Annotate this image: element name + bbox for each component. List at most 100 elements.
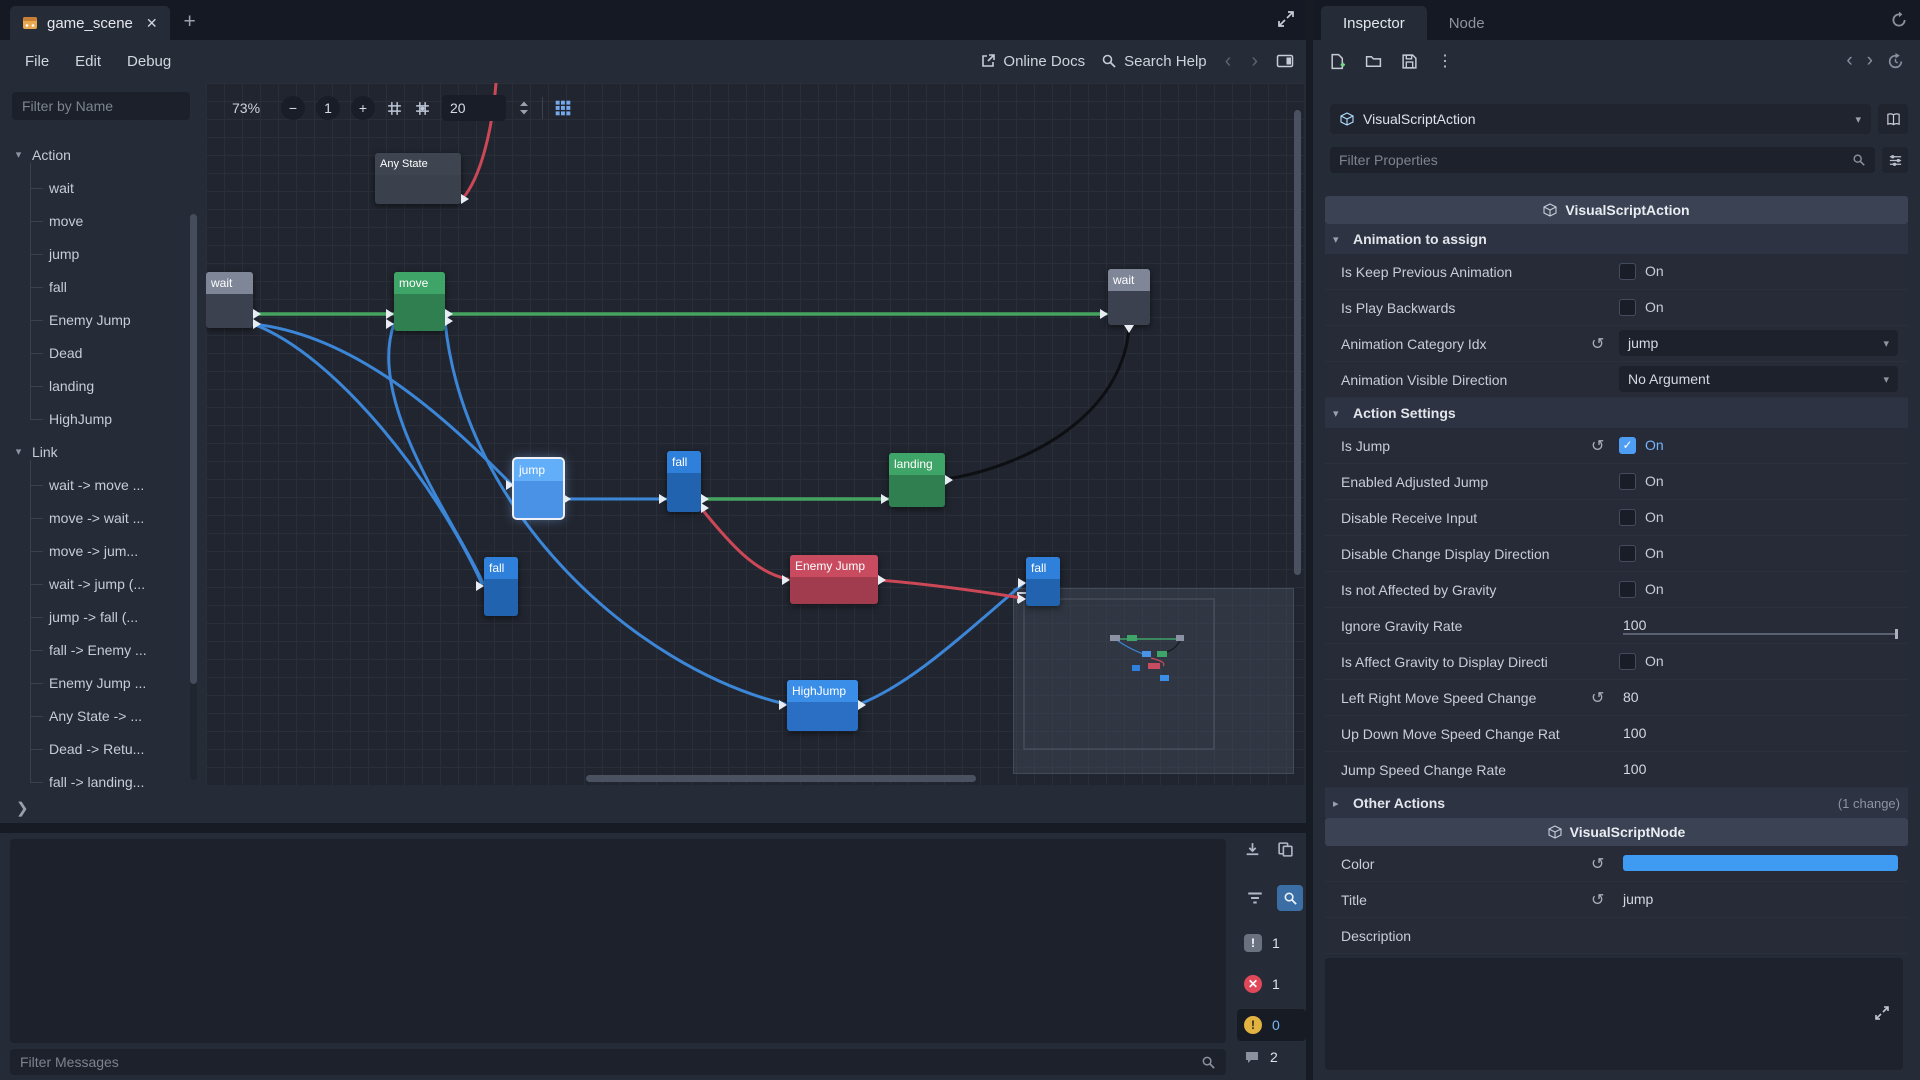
- tab-close-icon[interactable]: ✕: [146, 15, 158, 32]
- tree-item-enemy-jump[interactable]: Enemy Jump ...: [24, 666, 194, 699]
- new-resource-icon[interactable]: [1329, 53, 1346, 70]
- tree-item-enemy-jump[interactable]: Enemy Jump: [24, 303, 194, 336]
- node-port[interactable]: [701, 503, 709, 513]
- checkbox[interactable]: [1619, 509, 1636, 526]
- checkbox[interactable]: [1619, 545, 1636, 562]
- revert-icon[interactable]: ↺: [1591, 854, 1604, 874]
- scene-tab[interactable]: game_scene ✕: [10, 6, 170, 40]
- output-filter-info[interactable]: !1: [1237, 927, 1306, 959]
- dropdown-animation-visible-direction[interactable]: No Argument▾: [1619, 366, 1898, 392]
- tree-item-fall-landing[interactable]: fall -> landing...: [24, 765, 194, 793]
- checkbox[interactable]: [1619, 299, 1636, 316]
- filter-messages-input[interactable]: [20, 1054, 1201, 1070]
- expand-dock-icon[interactable]: ❯: [16, 799, 29, 817]
- node-port[interactable]: [1100, 309, 1108, 319]
- node-port[interactable]: [945, 475, 953, 485]
- graph-node-enemy-jump[interactable]: Enemy Jump: [790, 555, 878, 604]
- node-port[interactable]: [445, 316, 453, 326]
- node-port[interactable]: [253, 309, 261, 319]
- spinner-arrows-icon[interactable]: [517, 100, 531, 116]
- tree-item-move-jum[interactable]: move -> jum...: [24, 534, 194, 567]
- history-forward-icon[interactable]: ›: [1249, 50, 1260, 73]
- slider-handle[interactable]: [1895, 629, 1898, 639]
- text-value[interactable]: jump: [1619, 891, 1653, 907]
- object-selector-dropdown[interactable]: VisualScriptAction ▾: [1330, 104, 1871, 134]
- checkbox[interactable]: ✓: [1619, 437, 1636, 454]
- filter-options-button[interactable]: [1882, 147, 1908, 173]
- output-filter-error[interactable]: ✕1: [1237, 968, 1306, 1000]
- tree-item-wait[interactable]: wait: [24, 171, 194, 204]
- tree-item-jump-fall[interactable]: jump -> fall (...: [24, 600, 194, 633]
- output-filter-warning[interactable]: !0: [1237, 1009, 1306, 1041]
- tree-item-any-state[interactable]: Any State -> ...: [24, 699, 194, 732]
- new-tab-button[interactable]: +: [174, 6, 206, 38]
- node-port[interactable]: [563, 494, 571, 504]
- tree-item-landing[interactable]: landing: [24, 369, 194, 402]
- snap-toggle-icon[interactable]: [386, 100, 403, 117]
- node-port[interactable]: [1018, 578, 1026, 588]
- graph-node-wait[interactable]: wait: [206, 272, 253, 328]
- tree-item-jump[interactable]: jump: [24, 237, 194, 270]
- node-port[interactable]: [878, 575, 886, 585]
- tree-item-wait-jump[interactable]: wait -> jump (...: [24, 567, 194, 600]
- inspector-section-animation-to-assign[interactable]: ▾Animation to assign: [1325, 224, 1908, 254]
- prev-object-icon[interactable]: ‹: [1846, 50, 1852, 72]
- tree-item-fall-enemy[interactable]: fall -> Enemy ...: [24, 633, 194, 666]
- output-log-area[interactable]: [10, 839, 1226, 1043]
- tree-item-wait-move[interactable]: wait -> move ...: [24, 468, 194, 501]
- grid-toggle-icon[interactable]: [414, 100, 431, 117]
- graph-node-wait[interactable]: wait: [1108, 269, 1150, 325]
- description-editor[interactable]: [1325, 958, 1903, 1070]
- checkbox[interactable]: [1619, 263, 1636, 280]
- number-value[interactable]: 100: [1619, 761, 1646, 777]
- slider-track[interactable]: [1623, 633, 1898, 635]
- canvas-horizontal-scrollbar[interactable]: [586, 775, 976, 782]
- node-port[interactable]: [506, 480, 514, 490]
- tree-scrollbar[interactable]: [190, 214, 197, 780]
- object-history-icon[interactable]: [1887, 53, 1904, 70]
- open-docs-button[interactable]: [1878, 104, 1908, 134]
- node-port[interactable]: [782, 575, 790, 585]
- revert-icon[interactable]: ↺: [1591, 436, 1604, 456]
- tree-group-link[interactable]: ▾Link: [12, 435, 194, 468]
- slider-value[interactable]: 100: [1619, 617, 1646, 633]
- number-value[interactable]: 80: [1619, 689, 1639, 705]
- menu-edit[interactable]: Edit: [62, 46, 114, 76]
- filter-properties-input[interactable]: [1339, 152, 1852, 168]
- tree-item-dead-retu[interactable]: Dead -> Retu...: [24, 732, 194, 765]
- copy-output-icon[interactable]: [1277, 841, 1294, 858]
- node-port[interactable]: [1018, 594, 1026, 604]
- zoom-out-button[interactable]: −: [281, 96, 305, 120]
- graph-canvas[interactable]: Any StatewaitmovejumpfalllandingEnemy Ju…: [206, 83, 1304, 785]
- node-port[interactable]: [253, 319, 261, 329]
- graph-node-highjump[interactable]: HighJump: [787, 680, 858, 731]
- next-object-icon[interactable]: ›: [1867, 50, 1873, 72]
- zoom-reset-button[interactable]: 1: [316, 96, 340, 120]
- expand-description-icon[interactable]: [1873, 1004, 1891, 1022]
- tree-item-dead[interactable]: Dead: [24, 336, 194, 369]
- panel-options-icon[interactable]: [1890, 11, 1908, 29]
- revert-icon[interactable]: ↺: [1591, 890, 1604, 910]
- node-port[interactable]: [386, 319, 394, 329]
- checkbox[interactable]: [1619, 473, 1636, 490]
- history-back-icon[interactable]: ‹: [1223, 50, 1234, 73]
- search-help-button[interactable]: Search Help: [1101, 53, 1207, 70]
- expand-editor-icon[interactable]: [1276, 9, 1296, 29]
- node-port[interactable]: [779, 700, 787, 710]
- inspector-section-other-actions[interactable]: ▸Other Actions(1 change): [1325, 788, 1908, 818]
- collapse-arrow-icon[interactable]: ▾: [12, 445, 25, 458]
- graph-node-move[interactable]: move: [394, 272, 445, 331]
- graph-node-fall[interactable]: fall: [667, 451, 701, 512]
- canvas-vertical-scrollbar[interactable]: [1294, 110, 1301, 575]
- layout-grid-icon[interactable]: [554, 99, 572, 117]
- revert-icon[interactable]: ↺: [1591, 688, 1604, 708]
- zoom-in-button[interactable]: +: [351, 96, 375, 120]
- checkbox[interactable]: [1619, 581, 1636, 598]
- node-port[interactable]: [881, 494, 889, 504]
- tree-item-highjump[interactable]: HighJump: [24, 402, 194, 435]
- menu-debug[interactable]: Debug: [114, 46, 184, 76]
- tab-inspector[interactable]: Inspector: [1321, 6, 1427, 40]
- load-resource-icon[interactable]: [1365, 53, 1382, 70]
- toggle-panel-icon[interactable]: [1276, 53, 1294, 69]
- node-port[interactable]: [476, 581, 484, 591]
